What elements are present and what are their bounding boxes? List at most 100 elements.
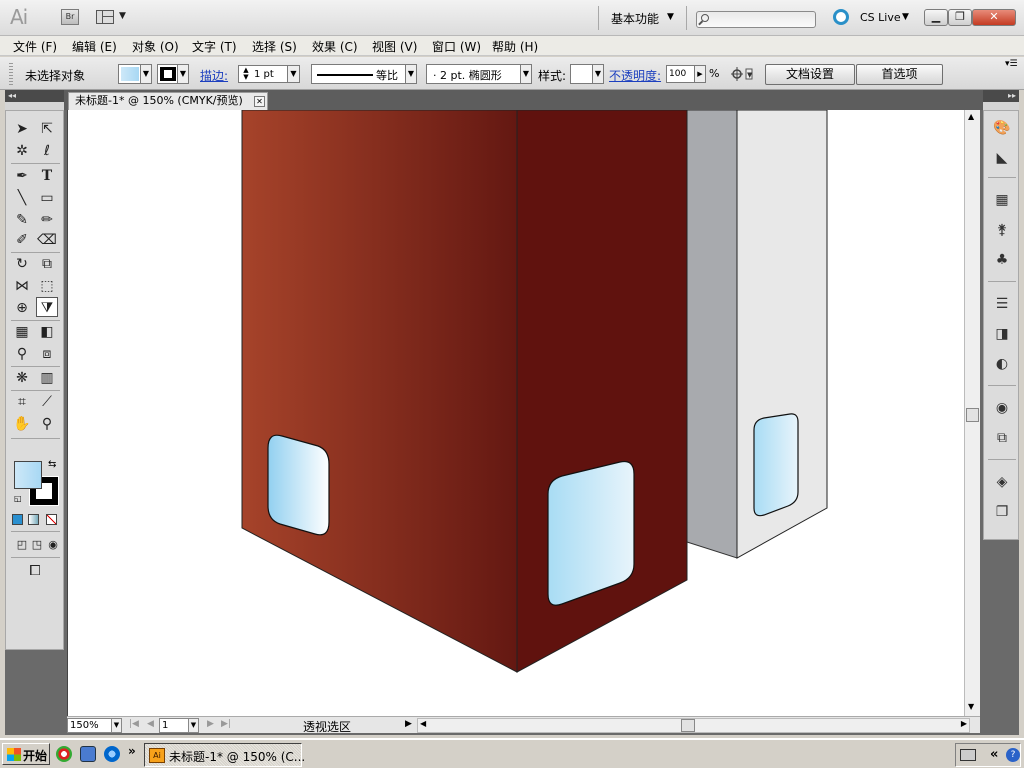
collapse-panel-icon[interactable]: ◂◂ (5, 90, 64, 102)
menu-view[interactable]: 视图 (V) (372, 38, 417, 55)
close-button[interactable]: ✕ (972, 9, 1016, 26)
mesh-icon[interactable]: ▦ (11, 322, 33, 342)
stroke-weight-field[interactable]: ▲▼ ▼ (238, 65, 300, 83)
menu-edit[interactable]: 编辑 (E) (72, 38, 117, 55)
chevron-down-icon[interactable]: ▼ (902, 12, 909, 22)
artboard-icon[interactable]: ⌗ (11, 392, 33, 412)
gradient-icon[interactable]: ◧ (36, 322, 58, 342)
document-tab[interactable]: 未标题-1* @ 150% (CMYK/预览) ✕ (68, 92, 268, 110)
opacity-panel-link[interactable]: 不透明度: (609, 67, 661, 84)
gradient-mode-icon[interactable] (28, 514, 39, 525)
paintbrush-icon[interactable]: ✎ (11, 210, 33, 230)
last-artboard-icon[interactable]: ▶| (221, 719, 231, 729)
magic-wand-icon[interactable]: ✲ (11, 141, 33, 161)
preferences-button[interactable]: 首选项 (856, 64, 943, 85)
swatches-icon[interactable]: ▦ (992, 191, 1012, 209)
selection-tool-icon[interactable]: ➤ (11, 119, 33, 139)
previous-artboard-icon[interactable]: ◀ (147, 719, 154, 729)
gradient-panel-icon[interactable]: ◨ (992, 325, 1012, 343)
width-tool-icon[interactable]: ⋈ (11, 276, 33, 296)
stepper-icon[interactable]: ▲ ▼ (240, 67, 252, 81)
scroll-thumb[interactable] (966, 408, 979, 422)
graphic-styles-icon[interactable]: ⧉ (992, 429, 1012, 447)
graph-icon[interactable]: ▥ (36, 368, 58, 388)
blob-brush-icon[interactable]: ✐ (11, 230, 33, 250)
internet-explorer-icon[interactable] (104, 746, 120, 762)
cs-live-button[interactable]: CS Live (860, 11, 901, 24)
scroll-down-icon[interactable]: ▼ (968, 702, 974, 711)
artboard-canvas[interactable] (67, 110, 964, 716)
lasso-icon[interactable]: ℓ (36, 141, 58, 161)
desktop-icon[interactable] (80, 746, 96, 762)
artboards-icon[interactable]: ❐ (992, 503, 1012, 521)
perspective-grid-icon[interactable]: ⧩ (36, 297, 58, 317)
perspective-artwork[interactable] (68, 110, 964, 716)
recolor-artwork-icon[interactable]: ▼ (731, 66, 753, 82)
zoom-icon[interactable]: ⚲ (36, 414, 58, 434)
shape-builder-icon[interactable]: ⊕ (11, 298, 33, 318)
stroke-panel-link[interactable]: 描边: (200, 67, 228, 84)
fill-color-swatch[interactable] (14, 461, 42, 489)
layers-icon[interactable]: ◈ (992, 473, 1012, 491)
fill-color-dropdown[interactable]: ▼ (118, 64, 152, 84)
vertical-scrollbar[interactable]: ▲ ▼ (964, 110, 980, 716)
cs-live-icon[interactable] (833, 9, 849, 25)
chevron-down-icon[interactable]: ▼ (667, 12, 674, 22)
line-tool-icon[interactable]: ╲ (11, 188, 33, 208)
first-artboard-icon[interactable]: |◀ (129, 719, 139, 729)
eyedropper-icon[interactable]: ⚲ (11, 344, 33, 364)
stroke-color-dropdown[interactable]: ▼ (157, 64, 189, 84)
workspace-switcher[interactable]: 基本功能 (611, 10, 659, 27)
taskbar-item-illustrator[interactable]: Ai 未标题-1* @ 150% (C... (144, 743, 305, 767)
type-tool-icon[interactable]: T (36, 166, 58, 186)
grey-building-side[interactable] (686, 110, 738, 559)
quick-launch-more-icon[interactable]: » (128, 744, 136, 758)
scroll-right-icon[interactable]: ▶ (961, 719, 967, 728)
stroke-weight-input[interactable] (254, 67, 284, 81)
pencil-icon[interactable]: ✏ (36, 210, 58, 230)
menu-select[interactable]: 选择 (S) (252, 38, 297, 55)
color-guide-icon[interactable]: ◣ (992, 149, 1012, 167)
scroll-thumb[interactable] (681, 719, 695, 732)
start-button[interactable]: 开始 (2, 743, 50, 765)
close-icon[interactable]: ✕ (254, 96, 265, 107)
help-icon[interactable]: ? (1006, 748, 1020, 762)
scale-icon[interactable]: ⧉ (36, 254, 58, 274)
chevron-down-icon[interactable]: ▼ (287, 66, 299, 82)
eraser-icon[interactable]: ⌫ (36, 230, 58, 250)
draw-inside-icon[interactable]: ◉ (42, 535, 64, 555)
rotate-icon[interactable]: ↻ (11, 254, 33, 274)
minimize-button[interactable]: ▁ (924, 9, 948, 26)
restore-button[interactable]: ❐ (948, 9, 972, 26)
chrome-icon[interactable] (56, 746, 72, 762)
color-panel-icon[interactable]: 🎨 (992, 119, 1012, 137)
keyboard-icon[interactable] (960, 749, 976, 761)
pen-tool-icon[interactable]: ✒ (11, 166, 33, 186)
brushes-icon[interactable]: ⚵ (992, 221, 1012, 239)
light-building-window[interactable] (753, 413, 799, 517)
swap-fill-stroke-icon[interactable]: ⇆ (48, 459, 56, 470)
hand-icon[interactable]: ✋ (11, 414, 33, 434)
arrange-documents-button[interactable]: ▼ (96, 9, 130, 26)
document-setup-button[interactable]: 文档设置 (765, 64, 855, 85)
variable-width-profile-dropdown[interactable]: 等比 ▼ (311, 64, 417, 84)
slice-icon[interactable]: ⟋ (36, 392, 58, 412)
bridge-button[interactable]: Br (61, 9, 79, 25)
transparency-icon[interactable]: ◐ (992, 355, 1012, 373)
expand-panels-icon[interactable]: ▸▸ (983, 90, 1019, 102)
menu-help[interactable]: 帮助 (H) (492, 38, 538, 55)
color-mode-icon[interactable] (12, 514, 23, 525)
none-mode-icon[interactable] (46, 514, 57, 525)
menu-type[interactable]: 文字 (T) (192, 38, 237, 55)
graphic-style-dropdown[interactable]: ▼ (570, 64, 604, 84)
panel-grip[interactable] (9, 63, 13, 85)
menu-file[interactable]: 文件 (F) (13, 38, 57, 55)
opacity-input[interactable] (669, 67, 693, 81)
scroll-up-icon[interactable]: ▲ (968, 112, 974, 121)
red-building-front-face[interactable] (241, 110, 518, 673)
appearance-icon[interactable]: ◉ (992, 399, 1012, 417)
horizontal-scrollbar[interactable]: ◀ ▶ (417, 718, 970, 733)
opacity-field[interactable]: ▶ (666, 65, 706, 83)
brush-definition-dropdown[interactable]: · 2 pt. 椭圆形 ▼ (426, 64, 532, 84)
zoom-dropdown[interactable]: 150% ▼ (67, 718, 122, 733)
